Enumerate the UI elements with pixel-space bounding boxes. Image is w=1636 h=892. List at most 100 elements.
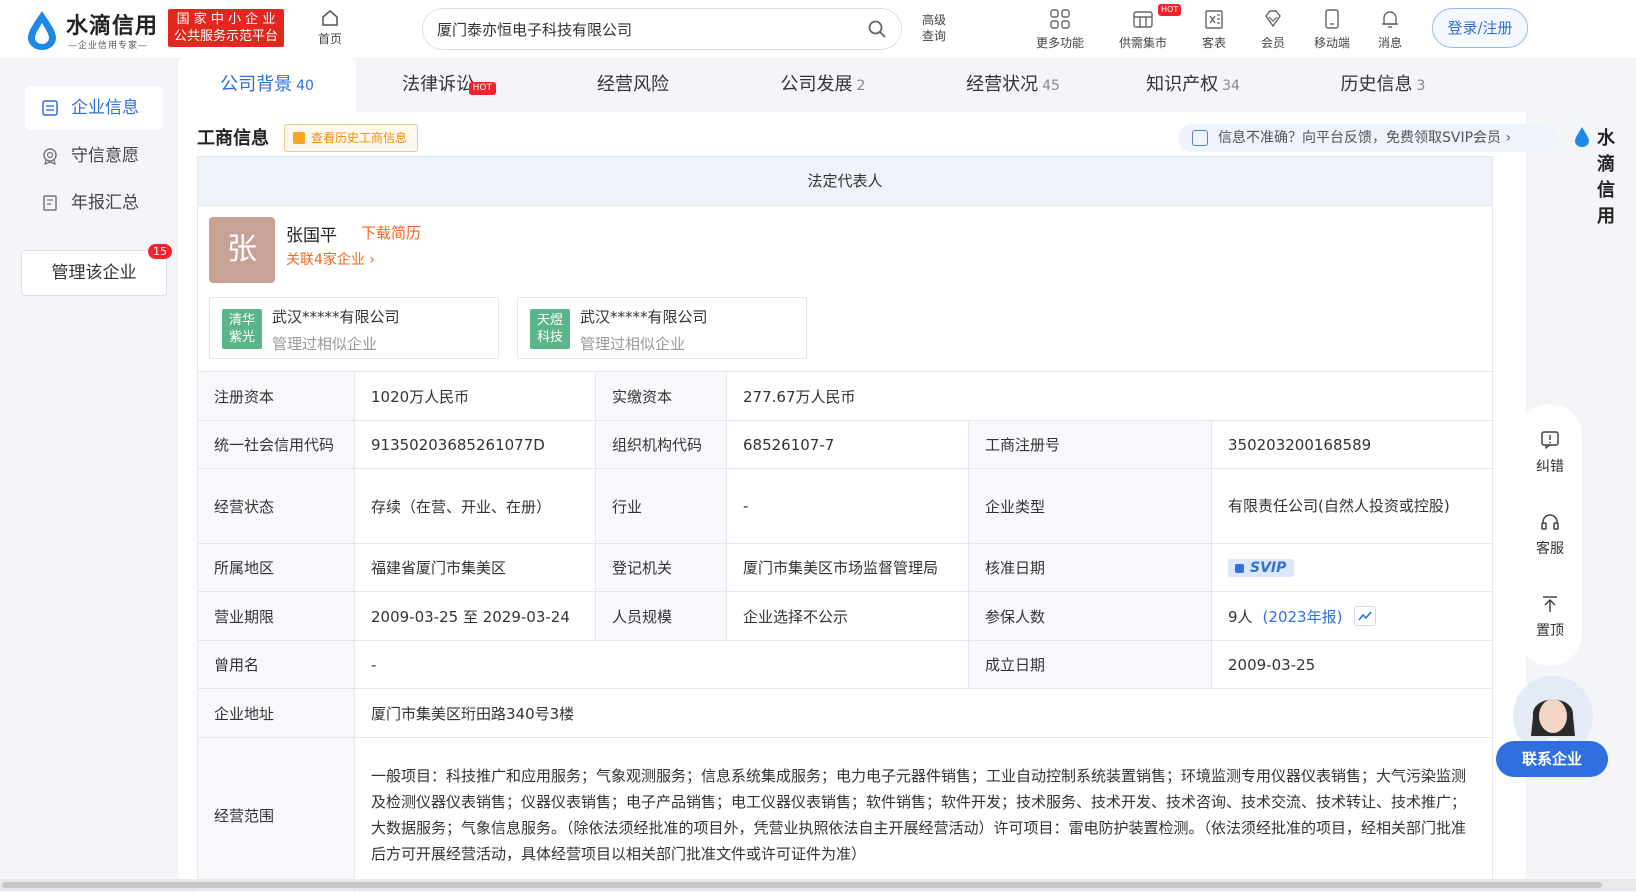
diamond-icon	[1265, 10, 1281, 28]
tab-business-risk[interactable]: 经营风险	[548, 58, 718, 112]
value-org-code: 68526107-7	[726, 421, 968, 468]
label-founded: 成立日期	[968, 641, 1211, 688]
table-row: 统一社会信用代码 91350203685261077D 组织机构代码 68526…	[198, 420, 1492, 468]
tab-label: 经营状况	[966, 74, 1039, 95]
tab-label: 法律诉讼	[402, 74, 474, 95]
back-to-top-button[interactable]: 置顶	[1518, 594, 1582, 640]
value-business-scope: 一般项目：科技推广和应用服务；气象观测服务；信息系统集成服务；电力电子元器件销售…	[354, 738, 1492, 892]
tool-label: 移动端	[1313, 36, 1350, 50]
label-org-code: 组织机构代码	[595, 421, 726, 468]
company-name: 武汉*****有限公司	[580, 308, 708, 326]
download-resume-link[interactable]: 下载简历	[361, 222, 421, 243]
floating-toolbar: 纠错 客服 置顶	[1518, 404, 1582, 666]
tab-company-background[interactable]: 公司背景 40	[178, 58, 356, 112]
search-bar[interactable]	[422, 8, 902, 50]
trend-chart-icon[interactable]	[1354, 606, 1377, 626]
tool-more-functions[interactable]: 更多功能	[1030, 8, 1090, 51]
company-logo: 清华 紫光	[222, 309, 262, 349]
feedback-icon	[1192, 130, 1208, 146]
feedback-text: 信息不准确？向平台反馈，免费领取SVIP会员 ›	[1218, 130, 1512, 146]
label-address: 企业地址	[198, 689, 354, 737]
value-staff-size: 企业选择不公示	[726, 592, 968, 640]
brand-logo-small: 水滴信用	[1573, 124, 1615, 228]
bell-icon	[1382, 11, 1398, 28]
tool-member[interactable]: 会员	[1255, 8, 1291, 51]
tab-operations[interactable]: 经营状况 45	[928, 58, 1098, 112]
customer-service-button[interactable]: 客服	[1518, 512, 1582, 558]
svip-lock-badge[interactable]: SVIP	[1228, 558, 1295, 577]
brand-tag: —企业信用专家—	[68, 41, 149, 51]
badge-line-2: 公共服务示范平台	[173, 29, 278, 44]
contact-company-widget[interactable]: 联系企业	[1480, 676, 1620, 786]
tab-count: 2	[856, 78, 866, 94]
top-bar: 水滴信用 —企业信用专家— 国 家 中 小 企 业 公共服务示范平台 首页 高级…	[0, 0, 1636, 58]
tab-company-development[interactable]: 公司发展 2	[738, 58, 908, 112]
value-founded: 2009-03-25	[1211, 641, 1492, 688]
tab-intellectual-property[interactable]: 知识产权 34	[1108, 58, 1278, 112]
tab-history[interactable]: 历史信息 3	[1298, 58, 1468, 112]
scrollbar-thumb[interactable]	[2, 882, 1602, 888]
tool-mobile[interactable]: 移动端	[1308, 8, 1356, 51]
table-row: 曾用名 - 成立日期 2009-03-25	[198, 640, 1492, 688]
sidebar-item-label: 企业信息	[71, 98, 139, 118]
manage-company-button[interactable]: 管理该企业 15	[21, 244, 172, 296]
label-reg-no: 工商注册号	[968, 421, 1211, 468]
related-company-card[interactable]: 清华 紫光 武汉*****有限公司 管理过相似企业	[209, 297, 499, 359]
feedback-banner[interactable]: 信息不准确？向平台反馈，免费领取SVIP会员 ›	[1178, 124, 1558, 152]
related-companies-link[interactable]: 关联4家企业 ›	[286, 249, 375, 269]
label-industry: 行业	[595, 469, 726, 543]
sidebar-item-annual-reports[interactable]: 年报汇总	[25, 181, 163, 225]
float-label: 纠错	[1536, 459, 1564, 475]
correction-button[interactable]: 纠错	[1518, 430, 1582, 476]
value-term: 2009-03-25 至 2029-03-24	[354, 592, 595, 640]
history-label: 查看历史工商信息	[311, 131, 408, 145]
search-icon[interactable]	[867, 19, 887, 39]
login-register-button[interactable]: 登录/注册	[1432, 8, 1528, 48]
sidebar-item-label: 年报汇总	[71, 193, 139, 213]
tab-label: 公司发展	[780, 74, 853, 95]
label-business-scope: 经营范围	[198, 738, 354, 892]
contact-company-button[interactable]: 联系企业	[1496, 741, 1608, 777]
search-input[interactable]	[437, 18, 837, 40]
horizontal-scrollbar[interactable]	[0, 879, 1636, 891]
view-history-button[interactable]: 查看历史工商信息	[284, 124, 419, 152]
section-header: 工商信息 查看历史工商信息 信息不准确？向平台反馈，免费领取SVIP会员 › 水…	[178, 112, 1615, 227]
sidebar-item-credit-willingness[interactable]: 守信意愿	[25, 134, 163, 178]
company-name: 武汉*****有限公司	[272, 308, 400, 326]
tool-excel[interactable]: 客表	[1194, 8, 1234, 51]
table-row: 所属地区 福建省厦门市集美区 登记机关 厦门市集美区市场监督管理局 核准日期 S…	[198, 543, 1492, 591]
table-row: 注册资本 1020万人民币 实缴资本 277.67万人民币	[198, 371, 1492, 420]
tool-market[interactable]: 供需集市 HOT	[1112, 4, 1182, 51]
hot-badge: HOT	[1158, 4, 1182, 16]
label-company-type: 企业类型	[968, 469, 1211, 543]
tool-messages[interactable]: 消息	[1372, 8, 1408, 51]
sidebar-item-label: 守信意愿	[71, 146, 139, 166]
value-credit-code: 91350203685261077D	[354, 421, 595, 468]
home-icon	[322, 10, 338, 26]
tool-label: 消息	[1377, 36, 1402, 50]
annual-report-link[interactable]: (2023年报)	[1263, 606, 1343, 627]
tab-count: 34	[1222, 78, 1240, 94]
tab-litigation[interactable]: 法律诉讼 HOT	[358, 58, 518, 112]
tab-label: 公司背景	[220, 74, 293, 95]
sidebar-item-company-info[interactable]: 企业信息	[25, 86, 163, 130]
label-reg-capital: 注册资本	[198, 372, 354, 420]
value-authority: 厦门市集美区市场监督管理局	[726, 544, 968, 591]
tab-count: 45	[1042, 78, 1060, 94]
table-row: 营业期限 2009-03-25 至 2029-03-24 人员规模 企业选择不公…	[198, 591, 1492, 640]
advanced-search-link[interactable]: 高级 查询	[922, 12, 962, 44]
table-row: 经营范围 一般项目：科技推广和应用服务；气象观测服务；信息系统集成服务；电力电子…	[198, 737, 1492, 892]
section-title: 工商信息	[197, 128, 269, 149]
legal-rep-name[interactable]: 张国平	[286, 221, 337, 246]
value-status: 存续（在营、开业、在册）	[354, 469, 595, 543]
tab-label: 知识产权	[1146, 74, 1219, 95]
value-insured: 9人 (2023年报)	[1211, 592, 1492, 640]
value-approve-date: SVIP	[1211, 544, 1492, 591]
logo[interactable]: 水滴信用 —企业信用专家—	[22, 6, 162, 52]
value-address: 厦门市集美区珩田路340号3楼	[354, 689, 1492, 737]
related-company-card[interactable]: 天煜 科技 武汉*****有限公司 管理过相似企业	[517, 297, 807, 359]
insured-count: 9人	[1228, 607, 1253, 626]
label-region: 所属地区	[198, 544, 354, 591]
nav-home[interactable]: 首页	[310, 8, 350, 47]
value-paid-capital: 277.67万人民币	[726, 372, 1492, 420]
